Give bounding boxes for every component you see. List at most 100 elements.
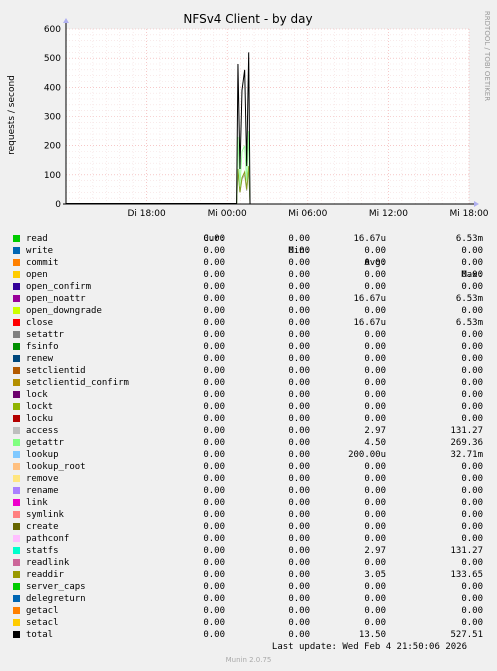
legend-cur: 0.00 — [203, 378, 225, 388]
legend-swatch — [13, 571, 20, 578]
legend-label: locku — [26, 414, 54, 424]
legend-row-fsinfo: fsinfo 0.00 0.00 0.00 0.00 — [0, 341, 497, 353]
y-tick-label: 500 — [44, 54, 61, 64]
legend-min: 0.00 — [288, 486, 310, 496]
legend-min: 0.00 — [288, 270, 310, 280]
legend-label: readlink — [26, 558, 70, 568]
legend-avg: 0.00 — [364, 582, 386, 592]
y-tick-label: 200 — [44, 142, 61, 152]
x-tick-label: Mi 06:00 — [288, 209, 327, 219]
legend-min: 0.00 — [288, 438, 310, 448]
legend-avg: 0.00 — [364, 342, 386, 352]
legend-max: 133.65 — [450, 570, 483, 580]
legend-cur: 0.00 — [203, 474, 225, 484]
legend-avg: 0.00 — [364, 258, 386, 268]
legend-max: 0.00 — [461, 582, 483, 592]
legend-label: create — [26, 522, 59, 532]
legend-min: 0.00 — [288, 582, 310, 592]
legend-avg: 3.05 — [364, 570, 386, 580]
legend-label: write — [26, 246, 54, 256]
legend-label: getattr — [26, 438, 64, 448]
legend-max: 0.00 — [461, 282, 483, 292]
legend-min: 0.00 — [288, 318, 310, 328]
legend-min: 0.00 — [288, 594, 310, 604]
last-update: Last update: Wed Feb 4 21:50:06 2026 — [271, 642, 467, 652]
legend-avg: 2.97 — [364, 546, 386, 556]
legend-max: 0.00 — [461, 462, 483, 472]
legend-avg: 0.00 — [364, 510, 386, 520]
legend-label: lookup_root — [26, 462, 86, 472]
legend-min: 0.00 — [288, 246, 310, 256]
legend-cur: 0.00 — [203, 354, 225, 364]
legend-avg: 0.00 — [364, 306, 386, 316]
legend-swatch — [13, 463, 20, 470]
y-tick-label: 300 — [44, 113, 61, 123]
legend-swatch — [13, 271, 20, 278]
legend-avg: 0.00 — [364, 534, 386, 544]
legend-label: access — [26, 426, 59, 436]
legend-cur: 0.00 — [203, 486, 225, 496]
legend-cur: 0.00 — [203, 366, 225, 376]
y-tick-label: 100 — [44, 171, 61, 181]
legend-cur: 0.00 — [203, 570, 225, 580]
legend-max: 0.00 — [461, 246, 483, 256]
legend-row-open: open 0.00 0.00 0.00 0.00 — [0, 269, 497, 281]
legend-row-open_downgrade: open_downgrade 0.00 0.00 0.00 0.00 — [0, 305, 497, 317]
legend-row-getacl: getacl 0.00 0.00 0.00 0.00 — [0, 605, 497, 617]
legend-swatch — [13, 487, 20, 494]
legend-swatch — [13, 319, 20, 326]
legend-avg: 16.67u — [353, 294, 386, 304]
legend-max: 0.00 — [461, 342, 483, 352]
legend-cur: 0.00 — [203, 462, 225, 472]
legend-label: open_confirm — [26, 282, 92, 292]
legend-swatch — [13, 415, 20, 422]
legend-row-setclientid_confirm: setclientid_confirm 0.00 0.00 0.00 0.00 — [0, 377, 497, 389]
legend-min: 0.00 — [288, 282, 310, 292]
legend-min: 0.00 — [288, 366, 310, 376]
legend-row-open_confirm: open_confirm 0.00 0.00 0.00 0.00 — [0, 281, 497, 293]
legend-avg: 0.00 — [364, 498, 386, 508]
legend-max: 0.00 — [461, 486, 483, 496]
y-tick-labels: 0 100 200 300 400 500 600 — [44, 25, 61, 210]
legend-min: 0.00 — [288, 474, 310, 484]
legend-row-create: create 0.00 0.00 0.00 0.00 — [0, 521, 497, 533]
y-tick-label: 0 — [55, 200, 61, 210]
legend-row-symlink: symlink 0.00 0.00 0.00 0.00 — [0, 509, 497, 521]
legend-cur: 0.00 — [203, 510, 225, 520]
legend-row-lookup: lookup 0.00 0.00 200.00u 32.71m — [0, 449, 497, 461]
legend-label: setclientid — [26, 366, 86, 376]
legend-max: 527.51 — [450, 630, 483, 640]
legend-label: open_noattr — [26, 294, 86, 304]
munin-version: Munin 2.0.75 — [225, 656, 272, 664]
legend-cur: 0.00 — [203, 558, 225, 568]
legend-row-open_noattr: open_noattr 0.00 0.00 16.67u 6.53m — [0, 293, 497, 305]
legend-swatch — [13, 355, 20, 362]
legend-label: server_caps — [26, 582, 86, 592]
chart-title: NFSv4 Client - by day — [183, 12, 312, 26]
legend-row-delegreturn: delegreturn 0.00 0.00 0.00 0.00 — [0, 593, 497, 605]
x-tick-label: Mi 18:00 — [449, 209, 488, 219]
legend-max: 0.00 — [461, 606, 483, 616]
legend-max: 0.00 — [461, 414, 483, 424]
legend-swatch — [13, 631, 20, 638]
legend-label: lockt — [26, 402, 54, 412]
legend-cur: 0.00 — [203, 498, 225, 508]
chart-area: NFSv4 Client - by day requests / second … — [7, 11, 491, 219]
legend-swatch — [13, 343, 20, 350]
legend-max: 0.00 — [461, 618, 483, 628]
legend-min: 0.00 — [288, 462, 310, 472]
legend-min: 0.00 — [288, 630, 310, 640]
legend-min: 0.00 — [288, 510, 310, 520]
legend-label: commit — [26, 258, 59, 268]
legend-min: 0.00 — [288, 402, 310, 412]
legend-avg: 0.00 — [364, 246, 386, 256]
legend-min: 0.00 — [288, 522, 310, 532]
legend-label: total — [26, 630, 54, 640]
legend-min: 0.00 — [288, 450, 310, 460]
legend-avg: 16.67u — [353, 234, 386, 244]
legend-row-lookup_root: lookup_root 0.00 0.00 0.00 0.00 — [0, 461, 497, 473]
legend-max: 0.00 — [461, 558, 483, 568]
legend-cur: 0.00 — [203, 414, 225, 424]
y-axis-label: requests / second — [7, 75, 17, 155]
legend-label: remove — [26, 474, 59, 484]
